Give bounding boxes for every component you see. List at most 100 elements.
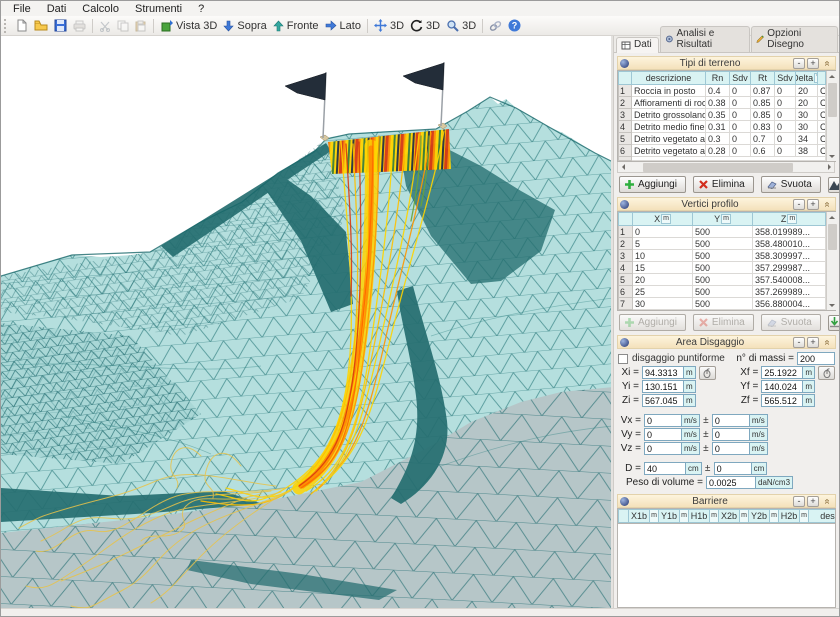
view-top-button[interactable]: Sopra <box>220 17 269 35</box>
vz-dev-input[interactable] <box>712 442 750 455</box>
yi-input[interactable] <box>642 380 684 393</box>
unit-selector[interactable]: daN/cm3 <box>756 476 793 489</box>
elimina-button-disabled[interactable]: Elimina <box>693 314 754 331</box>
table-row[interactable]: 5Detrito vegetato ad a...0.300.7034C <box>619 133 826 145</box>
vx-input[interactable] <box>644 414 682 427</box>
col-h1b[interactable]: H1b <box>689 510 710 523</box>
unit-selector[interactable]: m/s <box>750 428 768 441</box>
pan-3d-button[interactable]: 3D <box>371 17 407 35</box>
col-y2b[interactable]: Y2b <box>749 510 770 523</box>
col-rn[interactable]: Rn <box>706 72 730 85</box>
table-row[interactable]: 730500356.880004... <box>619 298 826 310</box>
col-sdv2[interactable]: Sdv <box>775 72 796 85</box>
menu-help[interactable]: ? <box>190 3 212 15</box>
table-row[interactable]: 625500357.269989... <box>619 286 826 298</box>
tab-analisi-e-risultati[interactable]: Analisi e Risultati <box>660 26 750 52</box>
tab-opzioni-disegno[interactable]: Opzioni Disegno <box>751 26 838 52</box>
view-front-button[interactable]: Fronte <box>270 17 322 35</box>
col-h2b[interactable]: H2b <box>779 510 800 523</box>
col-x[interactable]: Xm <box>633 213 693 226</box>
d-input[interactable] <box>644 462 686 475</box>
unit-selector[interactable]: m <box>803 394 815 407</box>
copy-button[interactable] <box>114 17 132 35</box>
unit-selector[interactable]: m <box>803 380 815 393</box>
help-button[interactable]: ? <box>505 17 524 35</box>
shrink-section-button[interactable]: - <box>793 58 805 69</box>
collapse-icon[interactable]: « <box>822 198 833 210</box>
open-file-button[interactable] <box>31 17 51 35</box>
scroll-right-arrow[interactable] <box>823 162 834 173</box>
table-row[interactable]: 3Detrito grossolano n...0.3500.85030C <box>619 109 826 121</box>
grow-section-button[interactable]: + <box>807 199 819 210</box>
col-sdv1[interactable]: Sdv <box>730 72 751 85</box>
unit-selector[interactable]: m <box>684 366 696 379</box>
unit-selector[interactable]: cm <box>686 462 702 475</box>
print-button[interactable] <box>70 17 89 35</box>
barriere-empty-area[interactable] <box>617 524 836 608</box>
menu-dati[interactable]: Dati <box>39 3 75 15</box>
table-row[interactable]: 10500358.019989... <box>619 226 826 238</box>
scrollbar-thumb[interactable] <box>643 163 793 172</box>
scrollbar-thumb[interactable] <box>828 83 837 117</box>
menu-strumenti[interactable]: Strumenti <box>127 3 190 15</box>
shrink-section-button[interactable]: - <box>793 496 805 507</box>
vx-dev-input[interactable] <box>712 414 750 427</box>
elimina-button[interactable]: Elimina <box>693 176 754 193</box>
shrink-section-button[interactable]: - <box>793 199 805 210</box>
collapse-icon[interactable]: « <box>822 336 833 348</box>
xi-input[interactable] <box>642 366 684 379</box>
shrink-section-button[interactable]: - <box>793 337 805 348</box>
scroll-up-arrow[interactable] <box>827 212 838 223</box>
3d-viewport[interactable] <box>1 36 611 608</box>
table-row[interactable]: 25500358.480010... <box>619 238 826 250</box>
unit-selector[interactable]: m <box>684 394 696 407</box>
table-row[interactable]: 310500358.309997... <box>619 250 826 262</box>
unit-selector[interactable]: cm <box>752 462 768 475</box>
unit-selector[interactable]: m <box>684 380 696 393</box>
col-delta[interactable]: Delta° <box>796 72 818 85</box>
horizontal-scrollbar[interactable] <box>617 162 835 173</box>
save-button[interactable] <box>51 17 70 35</box>
svuota-button[interactable]: Svuota <box>761 176 821 193</box>
collapse-icon[interactable]: « <box>822 57 833 69</box>
col-descrizione[interactable]: descrizio <box>809 510 837 523</box>
unit-selector[interactable]: m <box>803 366 815 379</box>
peso-volume-input[interactable] <box>706 476 756 489</box>
svuota-button-disabled[interactable]: Svuota <box>761 314 821 331</box>
unit-selector[interactable]: m/s <box>750 414 768 427</box>
grow-section-button[interactable]: + <box>807 496 819 507</box>
zoom-3d-button[interactable]: 3D <box>443 17 479 35</box>
vy-dev-input[interactable] <box>712 428 750 441</box>
link-button[interactable] <box>486 17 505 35</box>
d-dev-input[interactable] <box>714 462 752 475</box>
table-row[interactable]: 415500357.299987... <box>619 262 826 274</box>
vy-input[interactable] <box>644 428 682 441</box>
table-row[interactable]: 520500357.540008... <box>619 274 826 286</box>
table-row[interactable]: 4Detrito medio fine no...0.3100.83030C <box>619 121 826 133</box>
table-row[interactable]: 2Affioramenti di rocci...0.3800.85020C <box>619 97 826 109</box>
collapse-icon[interactable]: « <box>822 495 833 507</box>
yf-input[interactable] <box>761 380 803 393</box>
paste-button[interactable] <box>132 17 150 35</box>
import-profile-button[interactable] <box>828 315 840 331</box>
vista-3d-button[interactable]: Vista 3D <box>157 17 220 35</box>
cut-button[interactable] <box>96 17 114 35</box>
scroll-up-arrow[interactable] <box>827 71 838 82</box>
pick-start-point-button[interactable] <box>699 366 716 380</box>
scrollbar-thumb[interactable] <box>828 224 837 250</box>
grow-section-button[interactable]: + <box>807 337 819 348</box>
aggiungi-button-disabled[interactable]: Aggiungi <box>619 314 686 331</box>
aggiungi-button[interactable]: Aggiungi <box>619 176 686 193</box>
new-file-button[interactable] <box>12 17 31 35</box>
menu-file[interactable]: File <box>5 3 39 15</box>
unit-selector[interactable]: m/s <box>682 414 700 427</box>
col-x1b[interactable]: X1b <box>629 510 650 523</box>
vz-input[interactable] <box>644 442 682 455</box>
unit-selector[interactable]: m/s <box>750 442 768 455</box>
col-y[interactable]: Ym <box>693 213 753 226</box>
col-rt[interactable]: Rt <box>751 72 775 85</box>
zi-input[interactable] <box>642 394 684 407</box>
xf-input[interactable] <box>761 366 803 379</box>
table-row[interactable]: 6Detrito vegetato a bo...0.2800.6038C <box>619 145 826 157</box>
col-z[interactable]: Zm <box>753 213 826 226</box>
